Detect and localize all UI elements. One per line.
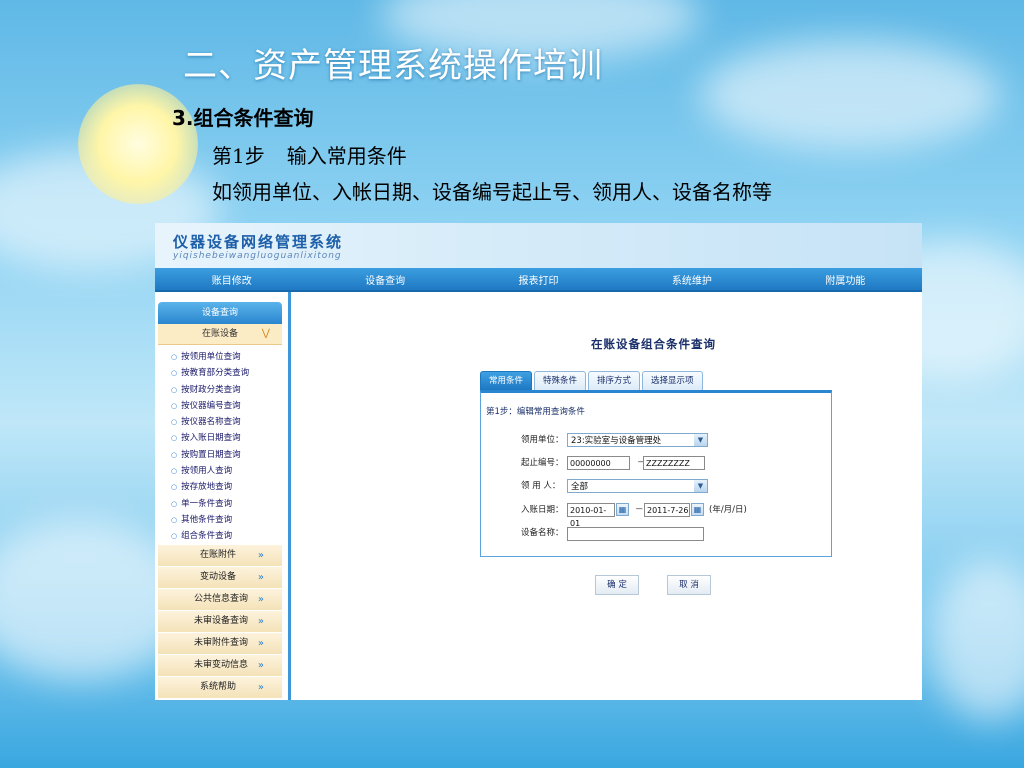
bullet-icon: ○ — [171, 467, 178, 476]
unit-row: 领用单位： — [521, 431, 567, 449]
nav-item-extra-functions[interactable]: 附属功能 — [769, 272, 922, 287]
calendar-icon[interactable]: ▦ — [691, 503, 704, 516]
code-to-input[interactable]: ZZZZZZZZ — [643, 456, 705, 470]
sidebar: 设备查询 在账设备 ⋁ ○ 按领用单位查询 ○ 按教育部分类查询 ○ 按财政分类查询 … — [155, 292, 291, 700]
code-label: 起止编号： — [521, 458, 564, 468]
step-line: 第1步 输入常用条件 — [212, 140, 407, 169]
chevron-down-icon: ▼ — [694, 480, 707, 492]
user-label: 领 用 人： — [521, 481, 561, 491]
tab-display-columns[interactable]: 选择显示项 — [642, 371, 703, 390]
bullet-icon: ○ — [171, 499, 178, 508]
unit-select[interactable]: 23:实验室与设备管理处 ▼ — [567, 433, 708, 447]
section-heading: 3.组合条件查询 — [172, 106, 314, 130]
double-chevron-icon: » — [257, 637, 264, 649]
date-from-input[interactable]: 2010-01-01 — [567, 503, 615, 528]
app-screenshot: 仪器设备网络管理系统 yiqishebeiwangluoguanlixitong… — [155, 223, 922, 700]
calendar-icon[interactable]: ▦ — [616, 503, 629, 516]
bullet-icon: ○ — [171, 450, 178, 459]
sidebar-list: ○ 按领用单位查询 ○ 按教育部分类查询 ○ 按财政分类查询 ○ 按仪器编号查询 ○ 按仪… — [171, 349, 288, 545]
app-title: 仪器设备网络管理系统 — [173, 233, 344, 251]
bullet-icon: ○ — [171, 434, 178, 443]
bullet-icon: ○ — [171, 369, 178, 378]
double-chevron-icon: » — [257, 549, 264, 561]
sidebar-item[interactable]: ○ 按领用人查询 — [171, 463, 288, 479]
sidebar-item[interactable]: ○ 按存放地查询 — [171, 479, 288, 495]
date-row: 入账日期： — [521, 501, 567, 519]
sidebar-group-changed-equipment[interactable]: 变动设备» — [158, 566, 282, 589]
nav-item-account-edit[interactable]: 账目修改 — [155, 272, 308, 287]
tab-sort-order[interactable]: 排序方式 — [588, 371, 641, 390]
date-to-input[interactable]: 2011-7-26 — [644, 503, 690, 517]
tab-special-conditions[interactable]: 特殊条件 — [534, 371, 587, 390]
sidebar-item[interactable]: ○ 按仪器名称查询 — [171, 414, 288, 430]
code-from-input[interactable]: 00000000 — [567, 456, 630, 470]
confirm-button[interactable]: 确 定 — [595, 575, 639, 595]
date-format-hint: (年/月/日) — [709, 505, 747, 515]
nav-item-equipment-query[interactable]: 设备查询 — [308, 272, 461, 287]
sidebar-subheader[interactable]: 在账设备 ⋁ — [158, 324, 282, 345]
nav-item-report-print[interactable]: 报表打印 — [462, 272, 615, 287]
unit-label: 领用单位： — [521, 435, 564, 445]
top-nav: 账目修改 设备查询 报表打印 系统维护 附属功能 — [155, 268, 922, 292]
tab-common-conditions[interactable]: 常用条件 — [480, 371, 533, 390]
sidebar-header[interactable]: 设备查询 — [158, 302, 282, 324]
code-row: 起止编号： — [521, 454, 567, 472]
slide-title: 二、资产管理系统操作培训 — [183, 46, 603, 86]
sidebar-item[interactable]: ○ 单一条件查询 — [171, 496, 288, 512]
bullet-icon: ○ — [171, 385, 178, 394]
sidebar-group-attachments[interactable]: 在账附件» — [158, 544, 282, 567]
cancel-button[interactable]: 取 消 — [667, 575, 711, 595]
name-label: 设备名称： — [521, 528, 564, 538]
app-header: 仪器设备网络管理系统 yiqishebeiwangluoguanlixitong — [155, 223, 922, 268]
chevron-down-icon: ▼ — [694, 434, 707, 446]
double-chevron-icon: » — [257, 593, 264, 605]
bullet-icon: ○ — [171, 532, 178, 541]
sidebar-group-help[interactable]: 系统帮助» — [158, 676, 282, 699]
step-text: 输入常用条件 — [286, 144, 407, 168]
sidebar-item[interactable]: ○ 按财政分类查询 — [171, 382, 288, 398]
bullet-icon: ○ — [171, 401, 178, 410]
tab-bar: 常用条件 特殊条件 排序方式 选择显示项 — [480, 371, 703, 390]
sidebar-group-unreviewed-equipment[interactable]: 未审设备查询» — [158, 610, 282, 633]
sidebar-group-unreviewed-changes[interactable]: 未审变动信息» — [158, 654, 282, 677]
double-chevron-icon: » — [257, 659, 264, 671]
page-title: 在账设备组合条件查询 — [591, 337, 716, 351]
sidebar-group-unreviewed-attachments[interactable]: 未审附件查询» — [158, 632, 282, 655]
date-label: 入账日期： — [521, 505, 564, 515]
date-separator: － — [635, 505, 644, 515]
sidebar-item[interactable]: ○ 按入账日期查询 — [171, 430, 288, 446]
sidebar-item[interactable]: ○ 其他条件查询 — [171, 512, 288, 528]
user-select[interactable]: 全部 ▼ — [567, 479, 708, 493]
bullet-icon: ○ — [171, 418, 178, 427]
background-cloud — [700, 40, 1000, 150]
nav-item-system-maintenance[interactable]: 系统维护 — [615, 272, 768, 287]
app-pinyin-logo: yiqishebeiwangluoguanlixitong — [173, 251, 342, 261]
sidebar-item[interactable]: ○ 按购置日期查询 — [171, 447, 288, 463]
equipment-name-input[interactable] — [567, 527, 704, 541]
query-panel: 第1步：编辑常用查询条件 领用单位： 23:实验室与设备管理处 ▼ 起止编号： 0… — [480, 390, 832, 557]
step-instruction: 第1步：编辑常用查询条件 — [486, 407, 585, 417]
bullet-icon: ○ — [171, 353, 178, 361]
step-label: 第1步 — [212, 144, 265, 168]
sidebar-item[interactable]: ○ 按领用单位查询 — [171, 349, 288, 365]
double-chevron-icon: » — [257, 681, 264, 693]
double-chevron-icon: » — [257, 615, 264, 627]
sidebar-group-public-info[interactable]: 公共信息查询» — [158, 588, 282, 611]
sidebar-item[interactable]: ○ 按教育部分类查询 — [171, 365, 288, 381]
chevron-down-icon: ⋁ — [261, 328, 270, 339]
sidebar-item[interactable]: ○ 组合条件查询 — [171, 528, 288, 544]
sidebar-item[interactable]: ○ 按仪器编号查询 — [171, 398, 288, 414]
description-line: 如领用单位、入帐日期、设备编号起止号、领用人、设备名称等 — [212, 180, 772, 204]
double-chevron-icon: » — [257, 571, 264, 583]
user-row: 领 用 人： — [521, 477, 567, 495]
name-row: 设备名称： — [521, 524, 567, 542]
bullet-icon: ○ — [171, 483, 178, 492]
sidebar-subheader-label: 在账设备 — [201, 329, 238, 339]
background-cloud — [930, 560, 1024, 720]
bullet-icon: ○ — [171, 515, 178, 524]
main-content: 在账设备组合条件查询 常用条件 特殊条件 排序方式 选择显示项 第1步：编辑常用… — [291, 292, 922, 700]
